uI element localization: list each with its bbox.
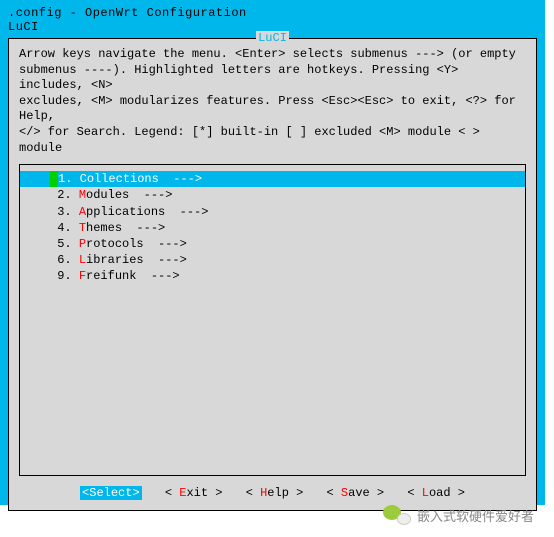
help-line: </> for Search. Legend: [*] built-in [ ]… bbox=[19, 125, 526, 156]
help-button[interactable]: < Help > bbox=[246, 486, 304, 500]
menu-num: 5. bbox=[57, 237, 71, 251]
menu-num: 4. bbox=[57, 221, 71, 235]
help-line: excludes, <M> modularizes features. Pres… bbox=[19, 94, 526, 125]
menu-hotkey: A bbox=[79, 205, 86, 219]
menu-list: 1. Collections ---> 2. Modules ---> 3. A… bbox=[19, 164, 526, 476]
select-button[interactable]: <Select> bbox=[80, 486, 142, 500]
exit-button[interactable]: < Exit > bbox=[165, 486, 223, 500]
watermark-text: 嵌入式软硬件爱好者 bbox=[417, 506, 534, 525]
menu-item-applications[interactable]: 3. Applications ---> bbox=[20, 204, 525, 220]
save-button[interactable]: < Save > bbox=[327, 486, 385, 500]
menu-hotkey: C bbox=[80, 172, 87, 186]
menu-num: 6. bbox=[57, 253, 71, 267]
help-line: Arrow keys navigate the menu. <Enter> se… bbox=[19, 47, 526, 63]
menu-label: ollections ---> bbox=[87, 172, 202, 186]
menu-label: hemes ---> bbox=[86, 221, 165, 235]
menu-hotkey: P bbox=[79, 237, 86, 251]
menu-item-modules[interactable]: 2. Modules ---> bbox=[20, 187, 525, 203]
terminal-window: .config - OpenWrt Configuration LuCI LuC… bbox=[0, 0, 545, 505]
load-button[interactable]: < Load > bbox=[407, 486, 465, 500]
menu-num: 2. bbox=[57, 188, 71, 202]
menu-hotkey: L bbox=[79, 253, 86, 267]
menu-label: pplications ---> bbox=[86, 205, 208, 219]
menu-hotkey: T bbox=[79, 221, 86, 235]
main-box: LuCI Arrow keys navigate the menu. <Ente… bbox=[8, 38, 537, 511]
menu-label: ibraries ---> bbox=[86, 253, 187, 267]
breadcrumb: LuCI bbox=[8, 20, 39, 34]
menu-hotkey: F bbox=[79, 269, 86, 283]
menu-num: 9. bbox=[57, 269, 71, 283]
help-text: Arrow keys navigate the menu. <Enter> se… bbox=[9, 45, 536, 162]
menu-item-libraries[interactable]: 6. Libraries ---> bbox=[20, 252, 525, 268]
menu-label: reifunk ---> bbox=[86, 269, 180, 283]
menu-num: 1. bbox=[58, 172, 72, 186]
cursor-icon bbox=[50, 171, 58, 187]
config-title: .config - OpenWrt Configuration bbox=[8, 6, 247, 20]
menu-label: odules ---> bbox=[86, 188, 172, 202]
watermark: 嵌入式软硬件爱好者 bbox=[383, 503, 534, 527]
menu-num: 3. bbox=[57, 205, 71, 219]
menu-hotkey: M bbox=[79, 188, 86, 202]
menu-item-freifunk[interactable]: 9. Freifunk ---> bbox=[20, 268, 525, 284]
help-line: submenus ----). Highlighted letters are … bbox=[19, 63, 526, 94]
wechat-icon bbox=[383, 503, 411, 527]
menu-item-themes[interactable]: 4. Themes ---> bbox=[20, 220, 525, 236]
menu-label: rotocols ---> bbox=[86, 237, 187, 251]
menu-item-protocols[interactable]: 5. Protocols ---> bbox=[20, 236, 525, 252]
box-title: LuCI bbox=[256, 31, 289, 45]
menu-item-collections[interactable]: 1. Collections ---> bbox=[20, 171, 525, 187]
